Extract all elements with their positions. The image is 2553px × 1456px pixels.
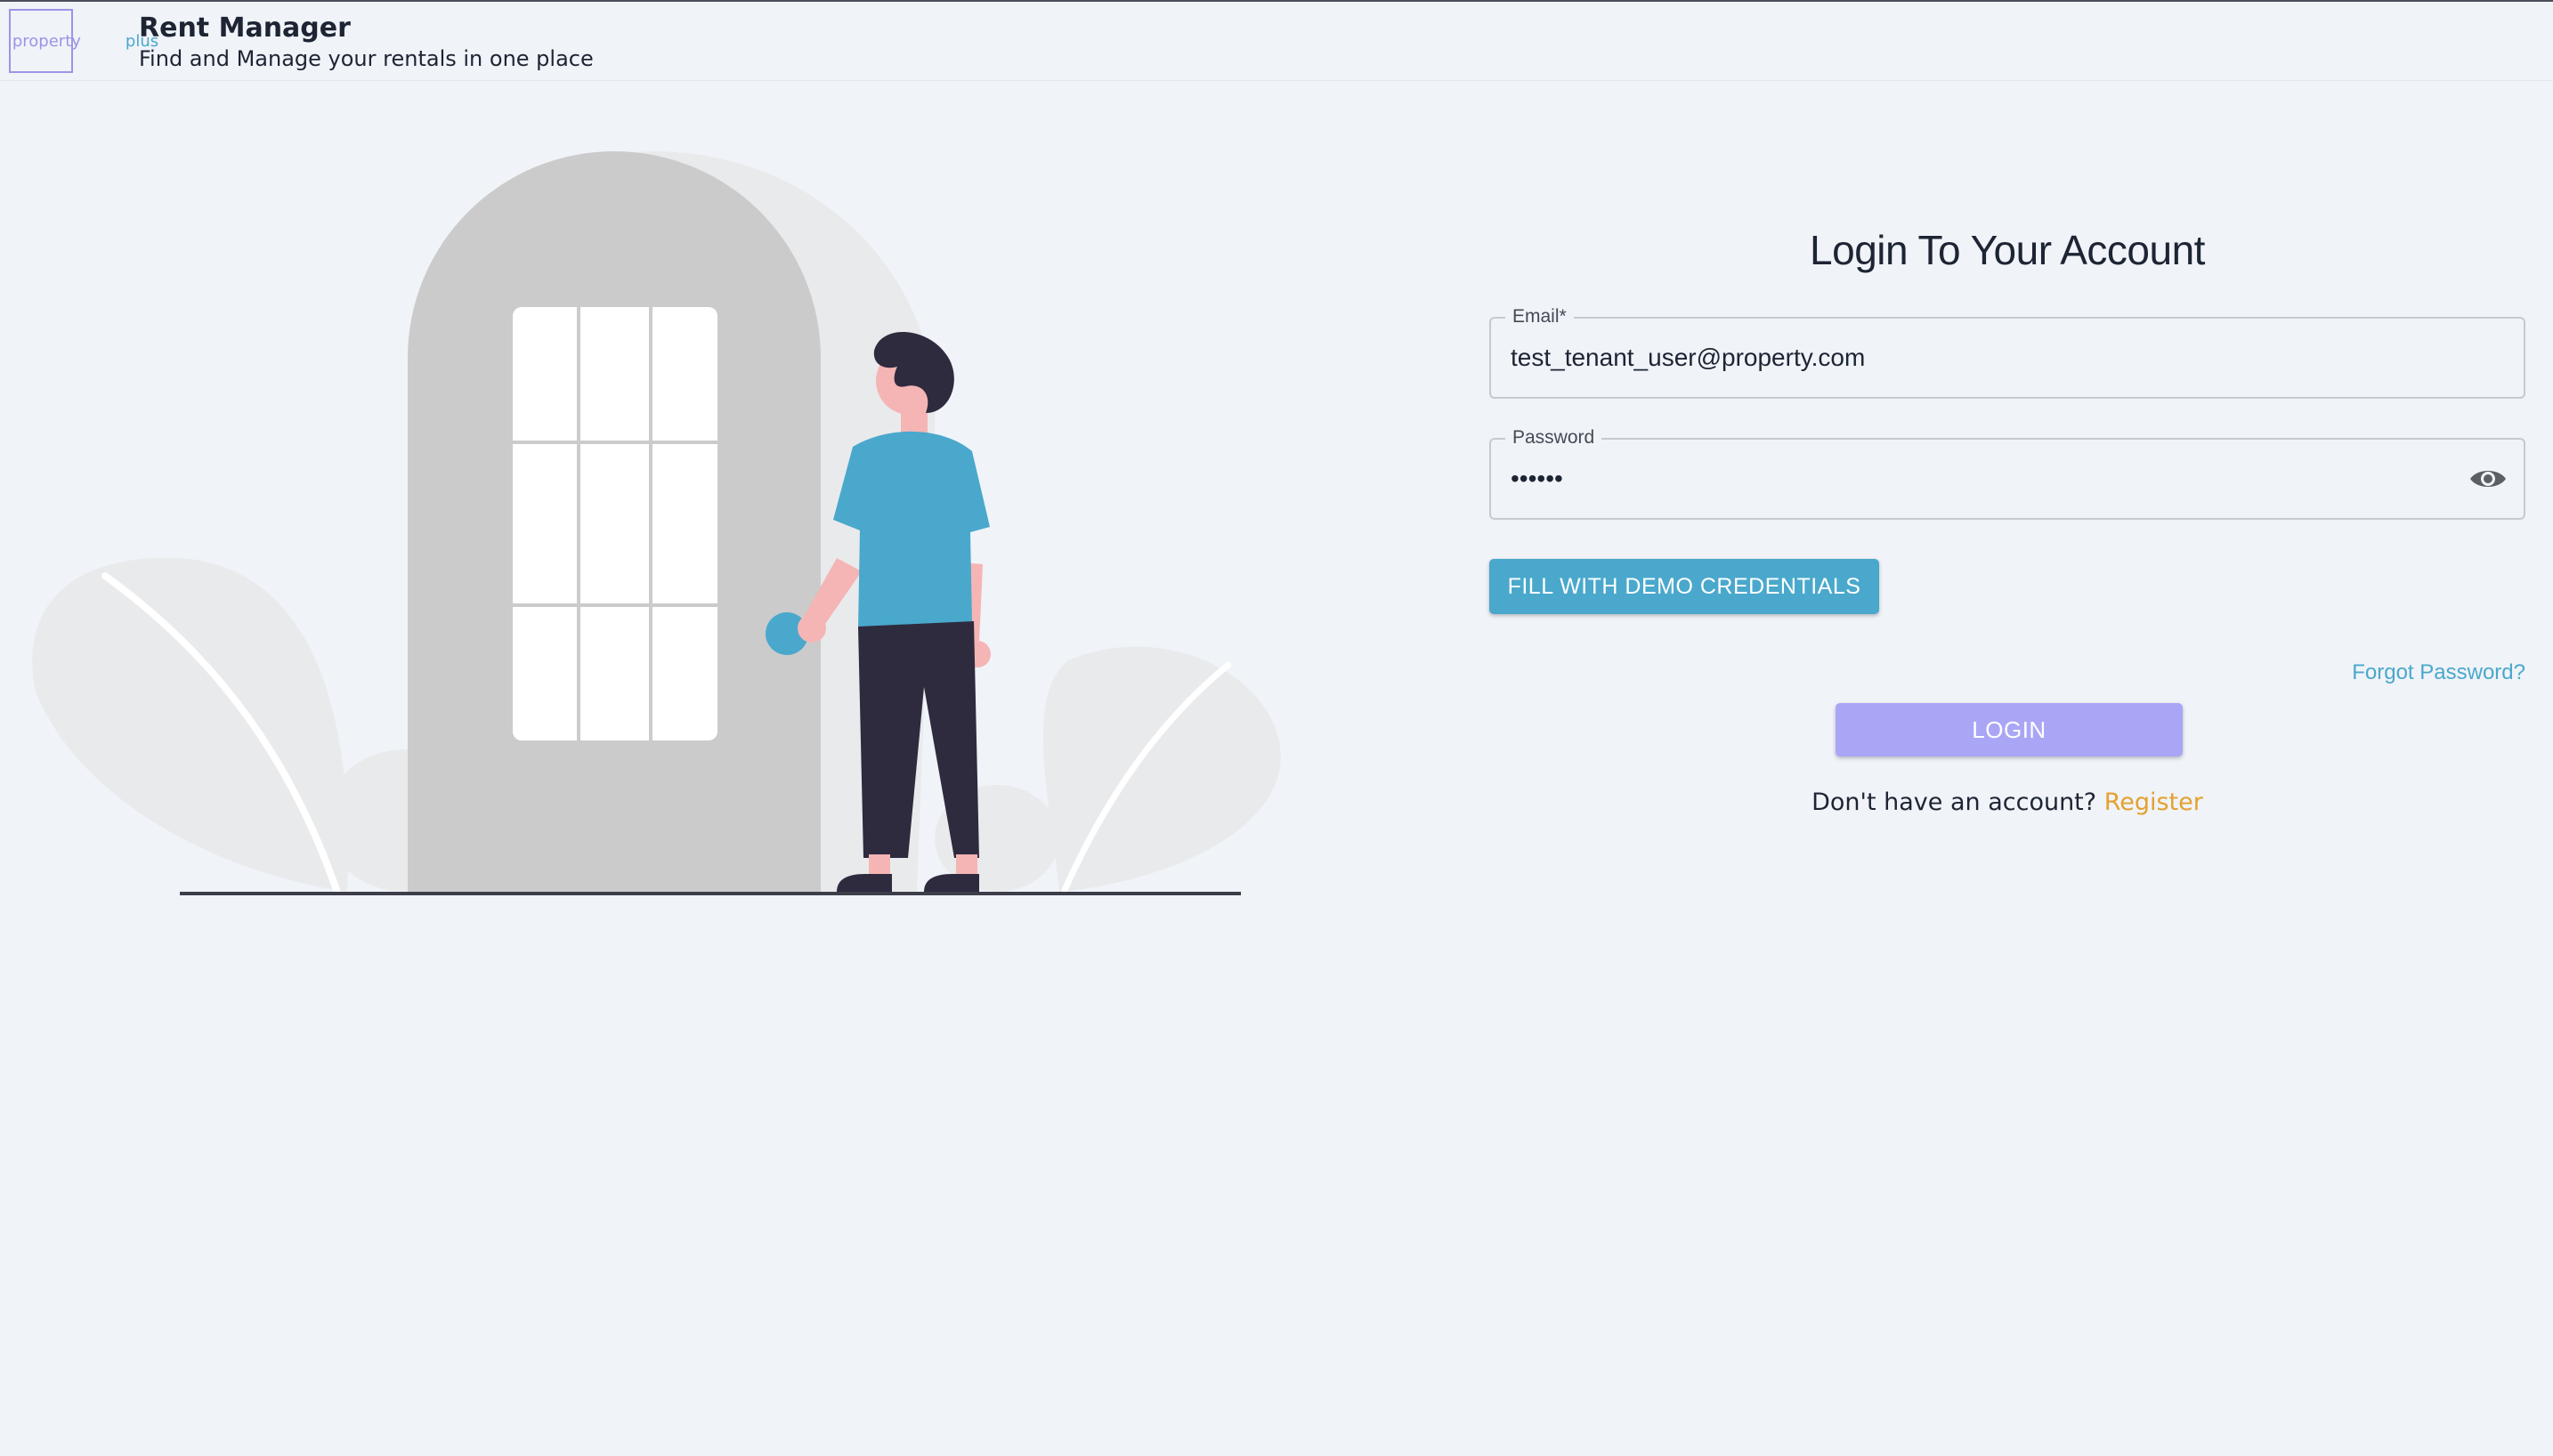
app-header: property plus Rent Manager Find and Manag… [0, 2, 2553, 81]
door-illustration [32, 151, 1281, 895]
register-link[interactable]: Register [2104, 789, 2203, 816]
right-leaf [1042, 646, 1281, 894]
logo-text: property plus [12, 31, 159, 51]
email-field[interactable]: Email* [1489, 306, 2525, 399]
login-title: Login To Your Account [1810, 227, 2205, 273]
register-prompt-text: Don't have an account? [1811, 789, 2104, 816]
fill-demo-credentials-button[interactable]: Fill with demo credentials [1489, 559, 1879, 614]
door-window [513, 307, 717, 740]
password-input[interactable] [1511, 440, 2472, 518]
app-subtitle: Find and Manage your rentals in one plac… [139, 46, 594, 71]
register-prompt: Don't have an account? Register [1489, 789, 2525, 816]
forgot-password-link[interactable]: Forgot Password? [2352, 660, 2525, 685]
app-title: Rent Manager [139, 12, 351, 44]
propertyplus-logo[interactable]: property plus [9, 9, 158, 73]
login-button[interactable]: Login [1836, 703, 2183, 756]
eye-icon[interactable] [2468, 461, 2508, 497]
left-leaf [32, 557, 348, 894]
password-field[interactable]: Password [1489, 427, 2525, 520]
email-input[interactable] [1511, 319, 2472, 397]
